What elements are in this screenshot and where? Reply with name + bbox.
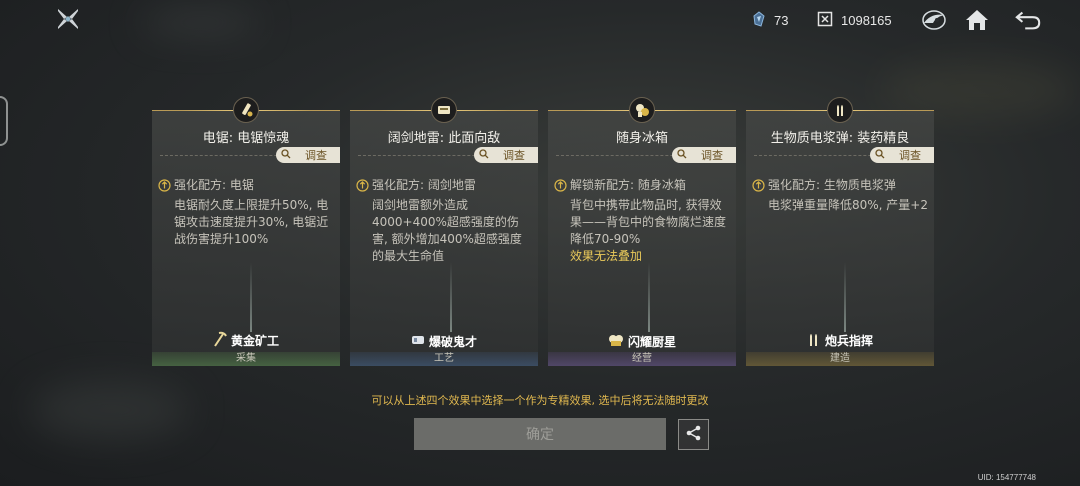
top-bar: 73 1098165 bbox=[0, 0, 1080, 40]
chef-icon bbox=[608, 333, 624, 350]
category-tag: 工艺 bbox=[350, 352, 538, 366]
investigate-button[interactable]: 调查 bbox=[474, 147, 538, 163]
coin-box-icon bbox=[817, 11, 833, 30]
game-logo-icon[interactable] bbox=[56, 7, 80, 31]
effect-text: 背包中携带此物品时, 获得效果——背包中的食物腐烂速度降低70-90% bbox=[570, 198, 727, 246]
card-title: 阔剑地雷: 此面向敌 bbox=[387, 131, 501, 146]
upgrade-icon bbox=[554, 179, 567, 197]
home-icon[interactable] bbox=[963, 6, 991, 34]
wing-emblem-icon[interactable] bbox=[920, 6, 948, 34]
effect-text: 电锯耐久度上限提升50%, 电锯攻击速度提升30%, 电锯近战伤害提升100% bbox=[174, 198, 329, 246]
chainsaw-icon bbox=[233, 97, 259, 123]
claymore-icon bbox=[431, 97, 457, 123]
investigate-label: 调查 bbox=[305, 149, 327, 162]
upgrade-icon bbox=[752, 179, 765, 197]
category-tag: 经营 bbox=[548, 352, 736, 366]
effect-warning: 效果无法叠加 bbox=[570, 249, 643, 263]
profession-label: 炮兵指挥 bbox=[746, 331, 934, 350]
search-icon bbox=[677, 148, 691, 162]
card-description: 强化配方: 生物质电浆弹 电浆弹重量降低80%, 产量+2 bbox=[752, 177, 928, 214]
effect-type: 强化配方: 电锯 bbox=[174, 178, 254, 192]
effect-text: 阔剑地雷额外造成4000+400%超感强度的伤害, 额外增加400%超感强度的最… bbox=[372, 198, 522, 263]
card-description: 强化配方: 阔剑地雷 阔剑地雷额外造成4000+400%超感强度的伤害, 额外增… bbox=[356, 177, 532, 265]
effect-type: 强化配方: 生物质电浆弹 bbox=[768, 178, 896, 192]
pickaxe-icon bbox=[213, 331, 227, 350]
effect-card-plasma-shell[interactable]: 生物质电浆弹: 装药精良 调查 强化配方: 生物质电浆弹 电浆弹重量降低80%,… bbox=[746, 97, 934, 366]
card-description: 解锁新配方: 随身冰箱 背包中携带此物品时, 获得效果——背包中的食物腐烂速度降… bbox=[554, 177, 730, 265]
effect-card-claymore[interactable]: 阔剑地雷: 此面向敌 调查 强化配方: 阔剑地雷 阔剑地雷额外造成4000+40… bbox=[350, 97, 538, 366]
investigate-label: 调查 bbox=[899, 149, 921, 162]
shell-icon bbox=[827, 97, 853, 123]
user-id: UID: 154777748 bbox=[977, 473, 1036, 482]
effect-type: 强化配方: 阔剑地雷 bbox=[372, 178, 476, 192]
selection-hint: 可以从上述四个效果中选择一个作为专精效果, 选中后将无法随时更改 bbox=[371, 394, 709, 407]
fridge-icon bbox=[629, 97, 655, 123]
crystal-icon bbox=[752, 11, 766, 30]
explosive-icon bbox=[411, 333, 425, 350]
artillery-icon bbox=[807, 331, 821, 350]
category-tag: 建造 bbox=[746, 352, 934, 366]
card-title: 电锯: 电锯惊魂 bbox=[202, 131, 290, 146]
card-title: 随身冰箱 bbox=[615, 131, 668, 146]
confirm-button[interactable]: 确定 bbox=[414, 418, 666, 450]
coin-stat: 1098165 bbox=[817, 11, 892, 30]
search-icon bbox=[281, 148, 295, 162]
profession-label: 爆破鬼才 bbox=[350, 333, 538, 350]
card-title: 生物质电浆弹: 装药精良 bbox=[770, 131, 910, 146]
profession-name: 黄金矿工 bbox=[230, 334, 279, 348]
investigate-button[interactable]: 调查 bbox=[672, 147, 736, 163]
effect-card-chainsaw[interactable]: 电锯: 电锯惊魂 调查 强化配方: 电锯 电锯耐久度上限提升50%, 电锯攻击速… bbox=[152, 97, 340, 366]
coin-count: 1098165 bbox=[841, 13, 892, 28]
profession-name: 闪耀厨星 bbox=[627, 335, 676, 349]
upgrade-icon bbox=[158, 179, 171, 197]
search-icon bbox=[875, 148, 889, 162]
investigate-button[interactable]: 调查 bbox=[870, 147, 934, 163]
investigate-label: 调查 bbox=[701, 149, 723, 162]
crystal-count: 73 bbox=[774, 13, 789, 28]
back-icon[interactable] bbox=[1014, 6, 1042, 34]
share-button[interactable] bbox=[678, 419, 709, 450]
crystal-stat: 73 bbox=[752, 11, 788, 30]
profession-name: 炮兵指挥 bbox=[824, 334, 873, 348]
effect-type: 解锁新配方: 随身冰箱 bbox=[570, 178, 686, 192]
side-drawer-handle[interactable] bbox=[0, 96, 8, 146]
category-tag: 采集 bbox=[152, 352, 340, 366]
share-icon bbox=[685, 424, 703, 446]
card-description: 强化配方: 电锯 电锯耐久度上限提升50%, 电锯攻击速度提升30%, 电锯近战… bbox=[158, 177, 334, 248]
investigate-button[interactable]: 调查 bbox=[276, 147, 340, 163]
profession-label: 闪耀厨星 bbox=[548, 333, 736, 350]
profession-label: 黄金矿工 bbox=[152, 331, 340, 350]
upgrade-icon bbox=[356, 179, 369, 197]
effect-card-fridge[interactable]: 随身冰箱 调查 解锁新配方: 随身冰箱 背包中携带此物品时, 获得效果——背包中… bbox=[548, 97, 736, 366]
investigate-label: 调查 bbox=[503, 149, 525, 162]
effect-text: 电浆弹重量降低80%, 产量+2 bbox=[768, 198, 928, 212]
search-icon bbox=[479, 148, 493, 162]
profession-name: 爆破鬼才 bbox=[428, 335, 477, 349]
